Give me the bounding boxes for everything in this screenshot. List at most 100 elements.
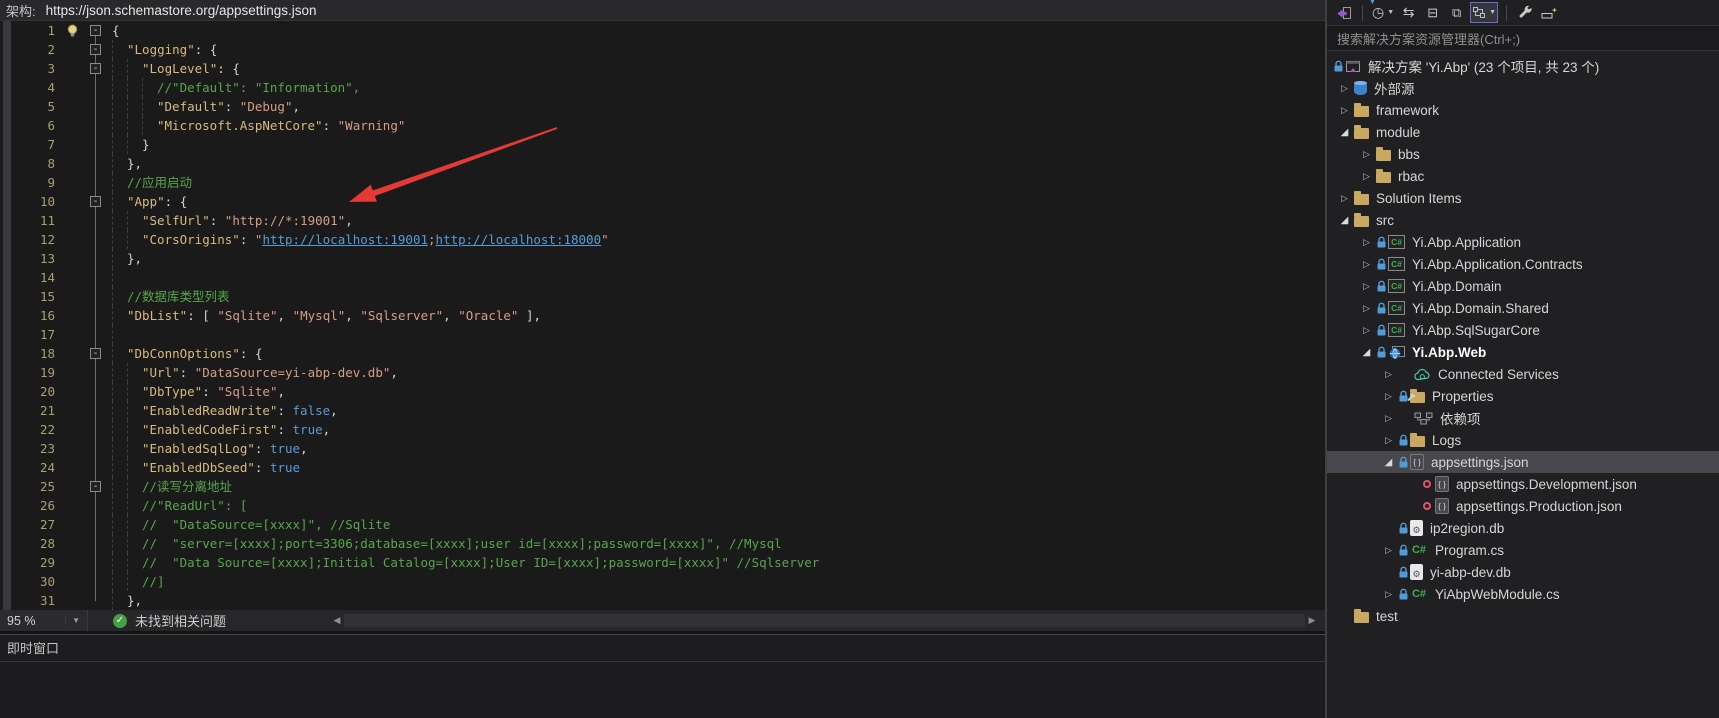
url-link[interactable]: http://localhost:18000: [436, 232, 602, 247]
token: ,: [300, 441, 308, 456]
tree-item[interactable]: ▷Connected Services: [1327, 363, 1719, 385]
indent-guide: [112, 135, 113, 154]
editor-column: 架构: https://json.schemastore.org/appsett…: [0, 0, 1325, 718]
indent-guide: [127, 458, 128, 477]
tree-item[interactable]: ◢module: [1327, 121, 1719, 143]
immediate-window-content[interactable]: [0, 662, 1325, 718]
expand-icon[interactable]: ▷: [1379, 545, 1398, 556]
lightbulb-icon[interactable]: [66, 24, 79, 38]
tree-item[interactable]: ▷Properties: [1327, 385, 1719, 407]
collapse-icon[interactable]: ◢: [1357, 347, 1376, 358]
tree-item[interactable]: ▷rbac: [1327, 165, 1719, 187]
tree-item[interactable]: { }appsettings.Development.json: [1327, 473, 1719, 495]
file-nesting-icon[interactable]: ▼: [1470, 2, 1498, 23]
expand-icon[interactable]: ▷: [1379, 435, 1398, 446]
expand-icon[interactable]: ▷: [1357, 171, 1376, 182]
tree-item[interactable]: ◢Yi.Abp.Web: [1327, 341, 1719, 363]
collapse-all-icon[interactable]: ⊟: [1422, 2, 1443, 23]
tree-item[interactable]: ▷C#Yi.Abp.Application: [1327, 231, 1719, 253]
tree-item[interactable]: ▷Logs: [1327, 429, 1719, 451]
tree-item[interactable]: ▷C#Yi.Abp.Domain: [1327, 275, 1719, 297]
preview-selected-items-icon[interactable]: [1539, 2, 1560, 23]
scroll-left-icon[interactable]: ◀: [330, 615, 344, 626]
tree-item[interactable]: ▷framework: [1327, 99, 1719, 121]
properties-pages-icon[interactable]: ⧉: [1446, 2, 1467, 23]
code-text: },: [106, 249, 142, 268]
folder-icon: [1354, 194, 1369, 205]
code-text: //"Default": "Information",: [106, 78, 360, 97]
tree-item[interactable]: ▷外部源: [1327, 77, 1719, 99]
tree-item[interactable]: { }appsettings.Production.json: [1327, 495, 1719, 517]
fold-collapse-icon[interactable]: -: [90, 481, 101, 492]
tree-item[interactable]: ▷依赖项: [1327, 407, 1719, 429]
tree-item[interactable]: ▷C#Program.cs: [1327, 539, 1719, 561]
token: false: [293, 403, 331, 418]
tree-item[interactable]: ▷bbs: [1327, 143, 1719, 165]
tree-item[interactable]: ▷Solution Items: [1327, 187, 1719, 209]
code-text: //读写分离地址: [106, 477, 232, 496]
expand-icon[interactable]: ▷: [1379, 589, 1398, 600]
code-editor[interactable]: 1-{2-"Logging": {3-"LogLevel": {4//"Defa…: [0, 21, 1325, 610]
immediate-window-title[interactable]: 即时窗口: [0, 635, 1325, 662]
glyph-margin: [64, 135, 88, 154]
fold-collapse-icon[interactable]: -: [90, 63, 101, 74]
line-number: 13: [14, 249, 64, 268]
fold-collapse-icon[interactable]: -: [90, 348, 101, 359]
code-text: //数据库类型列表: [106, 287, 230, 306]
fold-collapse-icon[interactable]: -: [90, 196, 101, 207]
expand-icon[interactable]: ▷: [1357, 259, 1376, 270]
indent-guide: [127, 382, 128, 401]
glyph-margin: [64, 553, 88, 572]
collapse-icon[interactable]: ◢: [1379, 457, 1398, 468]
token: "EnabledCodeFirst": [142, 422, 277, 437]
collapse-icon[interactable]: ◢: [1335, 127, 1354, 138]
properties-icon[interactable]: [1515, 2, 1536, 23]
tree-item[interactable]: ⚙yi-abp-dev.db: [1327, 561, 1719, 583]
indent-guide: [112, 439, 113, 458]
fold-collapse-icon[interactable]: -: [90, 25, 101, 36]
tree-item[interactable]: test: [1327, 605, 1719, 627]
expand-icon[interactable]: ▷: [1335, 105, 1354, 116]
tree-item[interactable]: ▷C#Yi.Abp.Application.Contracts: [1327, 253, 1719, 275]
schema-url-combobox[interactable]: https://json.schemastore.org/appsettings…: [46, 3, 1319, 18]
tree-item[interactable]: ⚙ip2region.db: [1327, 517, 1719, 539]
tree-item[interactable]: ▷C#Yi.Abp.SqlSugarCore: [1327, 319, 1719, 341]
token: },: [127, 156, 142, 171]
expand-icon[interactable]: ▷: [1379, 391, 1398, 402]
zoom-control[interactable]: 95 % ▼: [0, 610, 88, 631]
tree-item[interactable]: ◢src: [1327, 209, 1719, 231]
csharp-file-icon: C#: [1410, 544, 1428, 556]
chevron-down-icon[interactable]: ▼: [65, 616, 80, 625]
scroll-right-icon[interactable]: ▶: [1305, 615, 1319, 626]
icon-spacer: [1398, 413, 1413, 423]
expand-icon[interactable]: ▷: [1357, 149, 1376, 160]
expand-icon[interactable]: ▷: [1335, 193, 1354, 204]
code-lines: 1-{2-"Logging": {3-"LogLevel": {4//"Defa…: [14, 21, 1325, 610]
tree-item[interactable]: ▷C#YiAbpWebModule.cs: [1327, 583, 1719, 605]
tree-item[interactable]: ▷C#Yi.Abp.Domain.Shared: [1327, 297, 1719, 319]
expand-icon[interactable]: ▷: [1357, 281, 1376, 292]
expand-icon[interactable]: ▷: [1357, 303, 1376, 314]
expand-icon[interactable]: ▷: [1357, 237, 1376, 248]
fold-margin: [88, 268, 106, 287]
solution-root-row[interactable]: 解决方案 'Yi.Abp' (23 个项目, 共 23 个): [1327, 55, 1719, 77]
expand-icon[interactable]: ▷: [1357, 325, 1376, 336]
chevron-down-icon[interactable]: ▼: [1387, 9, 1394, 16]
url-link[interactable]: http://localhost:19001: [262, 232, 428, 247]
tree-item[interactable]: ◢{ }appsettings.json: [1327, 451, 1719, 473]
scrollbar-thumb[interactable]: [344, 614, 1305, 627]
sync-with-active-document-icon[interactable]: ⇆: [1398, 2, 1419, 23]
pending-changes-filter-icon[interactable]: ▼◷▼: [1371, 2, 1395, 23]
solution-explorer-search-input[interactable]: 搜索解决方案资源管理器(Ctrl+;): [1327, 25, 1719, 51]
code-line: 11"SelfUrl": "http://*:19001",: [14, 211, 1325, 230]
fold-collapse-icon[interactable]: -: [90, 44, 101, 55]
code-line: 16"DbList": [ "Sqlite", "Mysql", "Sqlser…: [14, 306, 1325, 325]
chevron-down-icon[interactable]: ▼: [1489, 9, 1496, 16]
switch-views-icon[interactable]: [1333, 2, 1354, 23]
expand-icon[interactable]: ▷: [1379, 369, 1398, 380]
collapse-icon[interactable]: ◢: [1335, 215, 1354, 226]
horizontal-scrollbar[interactable]: ◀ ▶: [330, 612, 1319, 629]
expand-icon[interactable]: ▷: [1379, 413, 1398, 424]
zoom-level: 95 %: [7, 614, 36, 628]
expand-icon[interactable]: ▷: [1335, 83, 1354, 94]
